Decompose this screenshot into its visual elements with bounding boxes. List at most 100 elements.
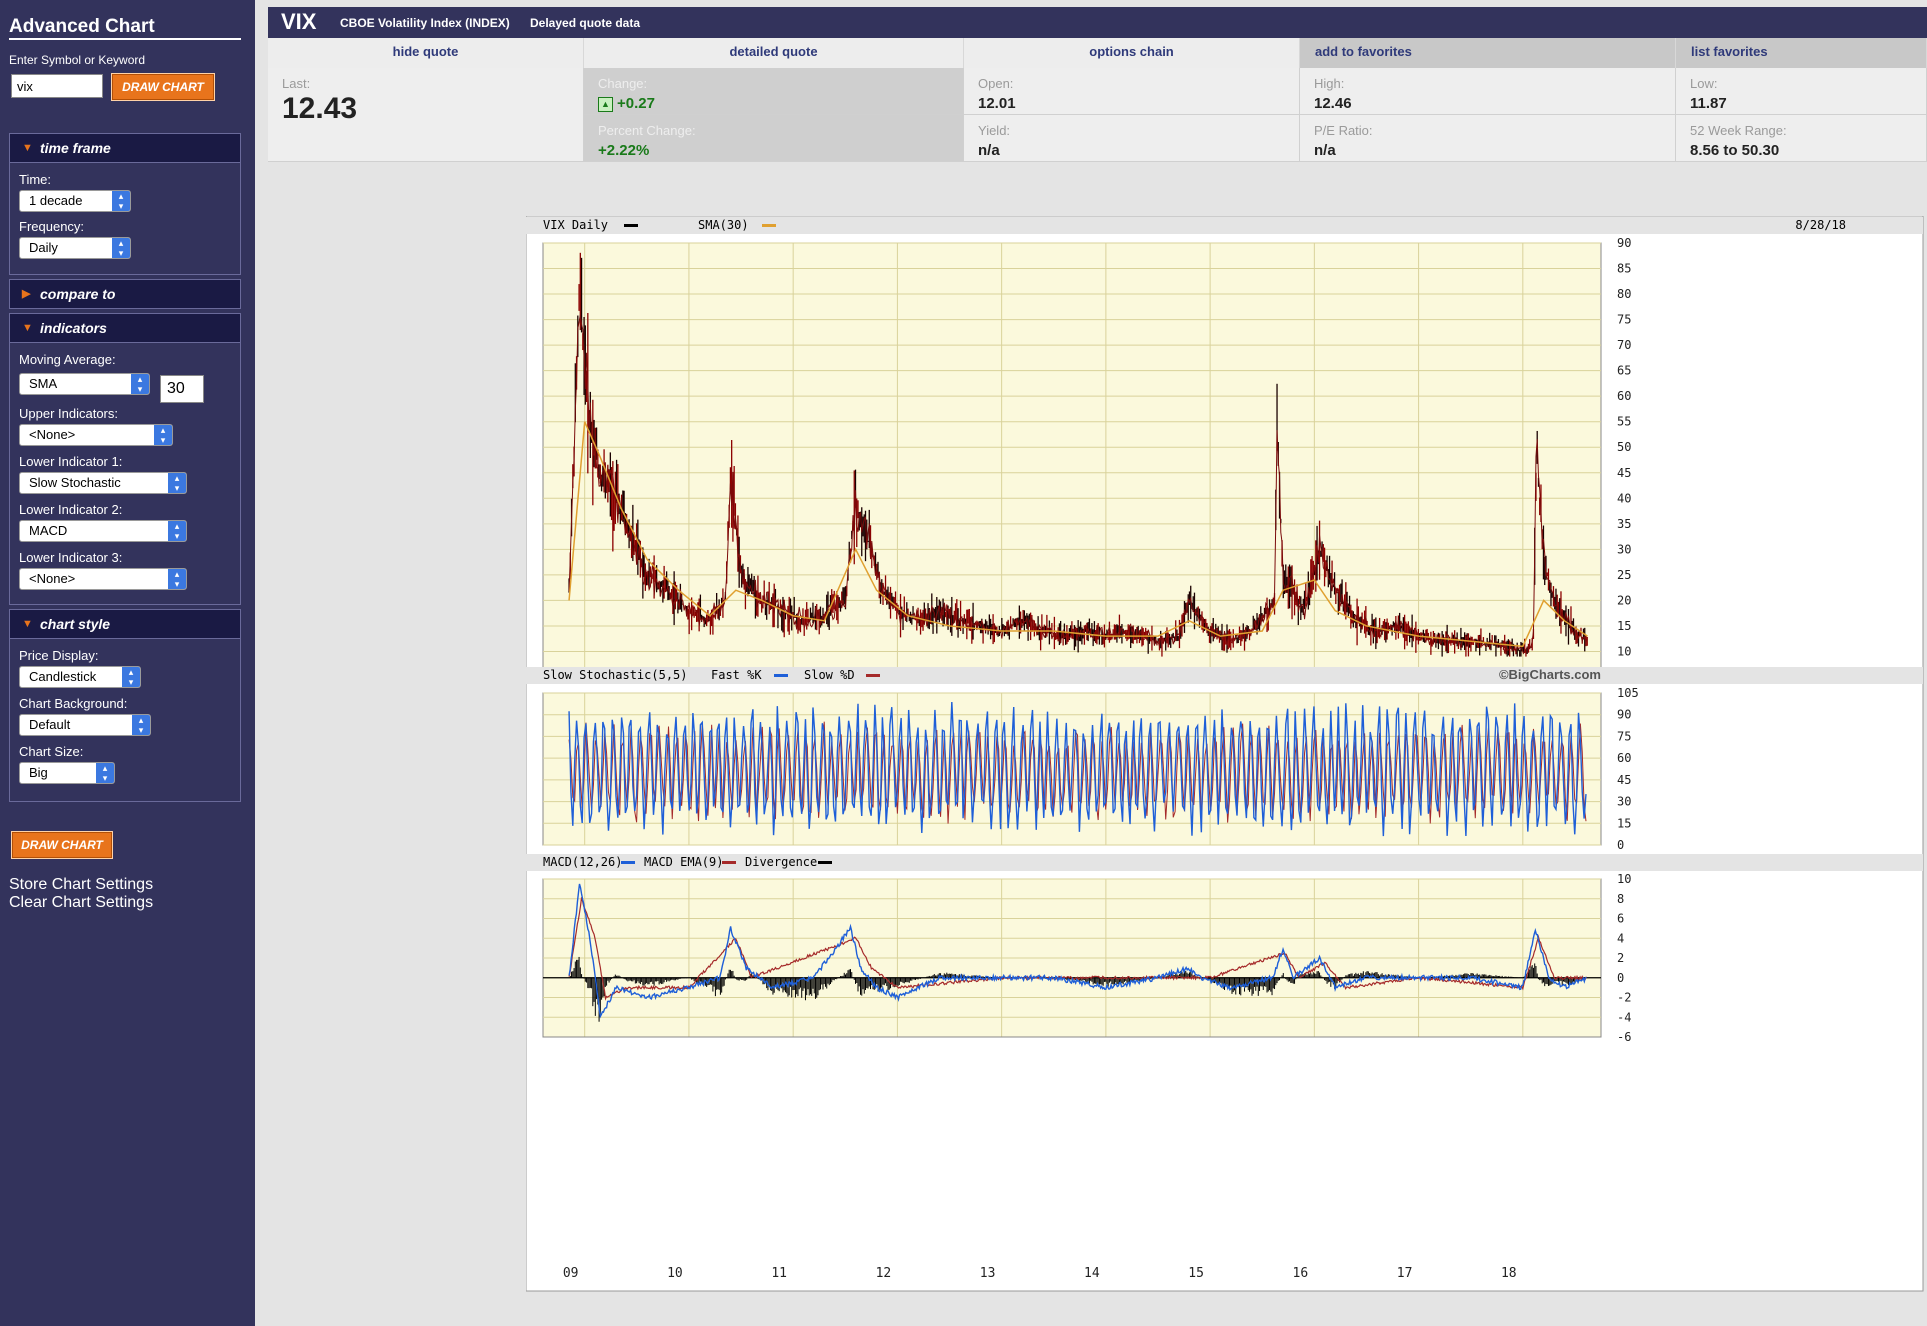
frequency-select[interactable]: Daily ▴ ▾: [19, 237, 131, 259]
upper-indicators-value: <None>: [29, 427, 76, 442]
price-y-tick-label: 30: [1617, 542, 1631, 556]
price-display-select[interactable]: Candlestick ▴ ▾: [19, 666, 141, 688]
symbol-input[interactable]: [11, 74, 103, 98]
percent-change-cell: Percent Change: +2.22%: [584, 115, 964, 162]
stochastic-y-tick-label: 105: [1617, 686, 1639, 700]
open-cell: Open: 12.01: [964, 68, 1300, 115]
indicators-header[interactable]: ▼ indicators: [10, 314, 240, 343]
pe-cell: P/E Ratio: n/a: [1300, 115, 1676, 162]
indicators-panel: ▼ indicators Moving Average: SMA ▴▾ Uppe…: [9, 313, 241, 605]
frequency-label: Frequency:: [19, 219, 85, 234]
caret-down-icon: ▼: [22, 322, 33, 334]
pe-value: n/a: [1314, 142, 1336, 159]
legend-swatch-slow-d: [866, 674, 880, 677]
price-y-tick-label: 75: [1617, 313, 1631, 327]
chart-size-select[interactable]: Big ▴ ▾: [19, 762, 115, 784]
store-chart-settings-link[interactable]: Store Chart Settings: [9, 876, 153, 894]
time-frame-header[interactable]: ▼ time frame: [10, 134, 240, 163]
chart-style-header[interactable]: ▼ chart style: [10, 610, 240, 639]
tab-hide-quote[interactable]: hide quote: [268, 38, 584, 68]
lower-indicator-3-select[interactable]: <None> ▴ ▾: [19, 568, 187, 590]
select-arrows-icon: ▴ ▾: [96, 763, 114, 783]
x-tick-label: 14: [1084, 1266, 1100, 1281]
price-y-tick-label: 55: [1617, 415, 1631, 429]
legend-swatch-divergence: [818, 861, 832, 864]
caret-down-icon: ▼: [22, 142, 33, 154]
macd-y-tick-label: 0: [1617, 971, 1624, 985]
tab-add-to-favorites[interactable]: add to favorites: [1300, 38, 1676, 68]
chart-background-label: Chart Background:: [19, 696, 128, 711]
upper-indicators-label: Upper Indicators:: [19, 406, 118, 421]
legend-swatch-macd-ema: [722, 861, 736, 864]
select-arrows-icon: ▴ ▾: [112, 191, 130, 211]
macd-panel: 10 8 6 4 2 0 -2 -4 -6: [542, 872, 1631, 1044]
legend-sma: SMA(30): [698, 218, 749, 232]
price-y-tick-label: 65: [1617, 364, 1631, 378]
select-arrows-icon: ▴ ▾: [122, 667, 140, 687]
price-y-tick-label: 50: [1617, 440, 1631, 454]
chart-style-panel: ▼ chart style Price Display: Candlestick…: [9, 609, 241, 802]
upper-indicators-select[interactable]: <None> ▴ ▾: [19, 424, 173, 446]
lower-indicator-2-select[interactable]: MACD ▴ ▾: [19, 520, 187, 542]
tab-list-favorites[interactable]: list favorites: [1676, 38, 1927, 68]
price-display-value: Candlestick: [29, 669, 97, 684]
macd-y-tick-label: -2: [1617, 991, 1631, 1005]
symbol-label: Enter Symbol or Keyword: [9, 53, 146, 67]
macd-y-tick-label: -4: [1617, 1010, 1631, 1024]
pe-label: P/E Ratio:: [1314, 123, 1373, 138]
chart-background-value: Default: [29, 717, 71, 732]
legend-divergence: Divergence: [745, 855, 817, 869]
macd-y-tick-label: -6: [1617, 1030, 1631, 1044]
compare-panel: ▶ compare to: [9, 279, 241, 309]
select-arrows-icon: ▴ ▾: [168, 473, 186, 493]
last-label: Last:: [282, 76, 311, 91]
time-select-value: 1 decade: [29, 193, 83, 208]
lower-indicator-1-label: Lower Indicator 1:: [19, 454, 123, 469]
yield-cell: Yield: n/a: [964, 115, 1300, 162]
legend-swatch-vix: [624, 224, 638, 227]
price-y-tick-label: 60: [1617, 389, 1631, 403]
select-arrows-icon: ▴ ▾: [132, 715, 150, 735]
stochastic-y-tick-label: 15: [1617, 816, 1631, 830]
chart-size-value: Big: [29, 765, 48, 780]
macd-y-tick-label: 10: [1617, 872, 1631, 886]
price-y-tick-label: 90: [1617, 236, 1631, 250]
lower-indicator-1-select[interactable]: Slow Stochastic ▴ ▾: [19, 472, 187, 494]
yield-value: n/a: [978, 142, 1000, 159]
stochastic-y-tick-label: 60: [1617, 751, 1631, 765]
sidebar-title: Advanced Chart: [9, 16, 155, 37]
frequency-select-value: Daily: [29, 240, 58, 255]
moving-average-select[interactable]: SMA ▴ ▾: [19, 373, 150, 395]
compare-header[interactable]: ▶ compare to: [10, 280, 240, 308]
macd-y-tick-label: 2: [1617, 951, 1624, 965]
price-y-tick-label: 80: [1617, 287, 1631, 301]
moving-average-length-input[interactable]: [160, 375, 204, 403]
price-y-tick-label: 20: [1617, 593, 1631, 607]
chart-area: 90858075706560555045403530252015105 1059…: [526, 216, 1927, 1292]
time-select[interactable]: 1 decade ▴ ▾: [19, 190, 131, 212]
x-tick-label: 18: [1501, 1266, 1517, 1281]
chart-style-header-label: chart style: [40, 616, 111, 632]
open-value: 12.01: [978, 95, 1016, 112]
stochastic-y-tick-label: 30: [1617, 795, 1631, 809]
stochastic-y-tick-label: 90: [1617, 708, 1631, 722]
range-label: 52 Week Range:: [1690, 123, 1787, 138]
clear-chart-settings-link[interactable]: Clear Chart Settings: [9, 894, 153, 912]
x-tick-label: 13: [980, 1266, 996, 1281]
moving-average-value: SMA: [29, 376, 58, 391]
chart-background-select[interactable]: Default ▴ ▾: [19, 714, 151, 736]
low-cell: Low: 11.87: [1676, 68, 1927, 115]
tab-options-chain[interactable]: options chain: [964, 38, 1300, 68]
time-label: Time:: [19, 172, 52, 187]
price-y-tick-label: 70: [1617, 338, 1631, 352]
up-arrow-icon: ▲: [598, 97, 613, 112]
chart-date-label: 8/28/18: [1795, 218, 1846, 232]
draw-chart-button-bottom[interactable]: DRAW CHART: [11, 831, 113, 859]
draw-chart-button[interactable]: DRAW CHART: [111, 73, 215, 101]
price-y-tick-label: 10: [1617, 644, 1631, 658]
tab-detailed-quote[interactable]: detailed quote: [584, 38, 964, 68]
title-divider: [9, 38, 241, 40]
quote-header-bar: VIX CBOE Volatility Index (INDEX) Delaye…: [268, 7, 1927, 38]
chart-size-label: Chart Size:: [19, 744, 84, 759]
delayed-note: Delayed quote data: [530, 16, 641, 30]
